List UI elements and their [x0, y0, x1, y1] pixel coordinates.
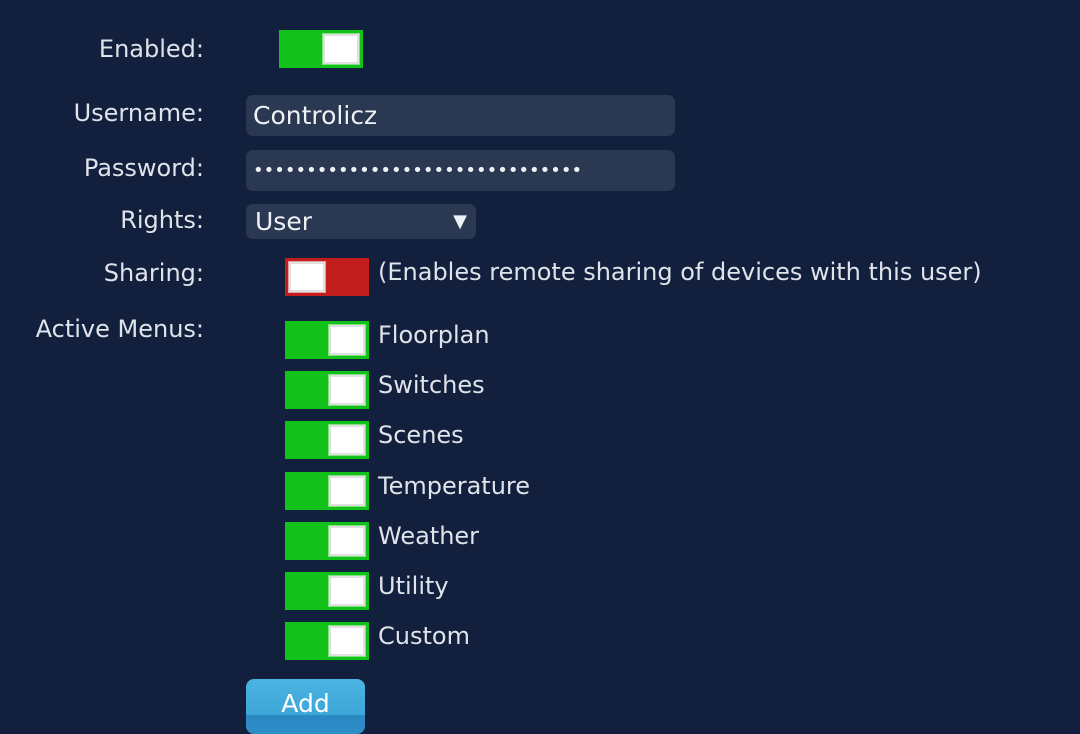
- menu-label-custom: Custom: [378, 622, 470, 651]
- toggle-knob: [329, 475, 365, 506]
- menu-label-temperature: Temperature: [378, 471, 531, 500]
- menu-toggle-temperature[interactable]: [285, 471, 369, 510]
- sharing-toggle[interactable]: [285, 258, 369, 296]
- rights-select[interactable]: User ▼: [246, 204, 476, 239]
- active-menus-label: Active Menus:: [35, 315, 204, 343]
- add-button[interactable]: Add: [246, 679, 365, 734]
- menu-toggle-custom[interactable]: [285, 622, 369, 661]
- password-label: Password:: [83, 154, 204, 182]
- menu-label-weather: Weather: [378, 521, 480, 550]
- menu-toggle-floorplan[interactable]: [285, 321, 369, 359]
- username-label: Username:: [73, 99, 204, 127]
- menu-label-scenes: Scenes: [378, 421, 464, 450]
- username-input[interactable]: Controlicz: [246, 95, 675, 136]
- toggle-knob: [323, 34, 359, 64]
- menu-label-utility: Utility: [378, 572, 449, 600]
- menu-toggle-weather[interactable]: [285, 521, 369, 560]
- chevron-down-icon: ▼: [453, 211, 467, 232]
- toggle-knob: [329, 576, 365, 606]
- enabled-toggle[interactable]: [279, 30, 363, 68]
- menu-toggle-switches[interactable]: [285, 371, 369, 410]
- toggle-knob: [329, 375, 365, 406]
- sharing-label: Sharing:: [103, 259, 204, 287]
- rights-value: User: [255, 207, 312, 236]
- password-input[interactable]: •••••••••••••••••••••••••••••••: [246, 150, 675, 191]
- toggle-knob: [329, 626, 365, 657]
- toggle-knob: [329, 325, 365, 355]
- enabled-label: Enabled:: [98, 35, 204, 63]
- menu-toggle-utility[interactable]: [285, 572, 369, 610]
- menu-label-switches: Switches: [378, 371, 485, 400]
- toggle-knob: [289, 262, 325, 292]
- sharing-description: (Enables remote sharing of devices with …: [378, 258, 982, 286]
- toggle-knob: [329, 425, 365, 456]
- menu-label-floorplan: Floorplan: [378, 321, 490, 349]
- toggle-knob: [329, 525, 365, 556]
- menu-toggle-scenes[interactable]: [285, 421, 369, 460]
- rights-label: Rights:: [120, 206, 204, 234]
